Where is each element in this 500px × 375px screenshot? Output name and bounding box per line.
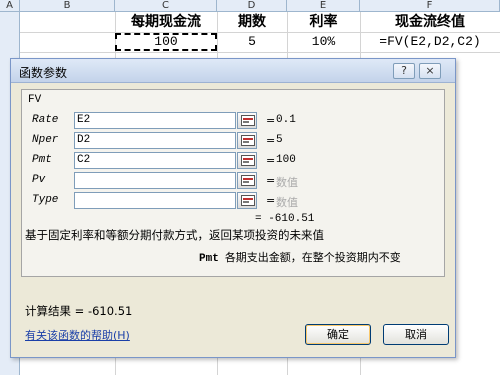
arg-input-type[interactable] — [74, 192, 236, 209]
cell-c1[interactable]: 每期现金流 — [115, 12, 217, 32]
formula-result-preview: = -610.51 — [255, 213, 315, 225]
collapse-dialog-icon[interactable] — [237, 132, 257, 149]
equals-sign: = — [266, 154, 276, 167]
col-header-c[interactable]: C — [115, 0, 217, 12]
arg-input-pmt[interactable]: C2 — [74, 152, 236, 169]
argument-description-text: 各期支出金额，在整个投资期内不变 — [224, 251, 401, 264]
arg-value-rate: 0.1 — [276, 114, 296, 126]
arg-value-type: 数值 — [276, 196, 298, 209]
selection-marquee — [115, 33, 217, 51]
cell-f2-formula[interactable]: =FV(E2,D2,C2) — [360, 32, 500, 52]
function-description: 基于固定利率和等额分期付款方式，返回某项投资的未来值 — [25, 228, 324, 242]
arg-value-pmt: 100 — [276, 154, 296, 166]
dialog-title: 函数参数 — [19, 66, 68, 80]
grid-line — [20, 52, 500, 53]
arg-label-rate: Rate — [32, 114, 59, 126]
help-icon[interactable]: ? — [393, 63, 415, 79]
cell-e2[interactable]: 10% — [287, 32, 360, 52]
arg-label-type: Type — [32, 194, 59, 206]
arg-input-nper[interactable]: D2 — [74, 132, 236, 149]
cell-d1[interactable]: 期数 — [217, 12, 287, 32]
dialog-titlebar[interactable]: 函数参数 ? × — [11, 59, 455, 83]
collapse-dialog-icon[interactable] — [237, 112, 257, 129]
col-header-e[interactable]: E — [287, 0, 360, 12]
arg-value-nper: 5 — [276, 134, 283, 146]
equals-sign: = — [266, 134, 276, 147]
col-header-b[interactable]: B — [20, 0, 115, 12]
col-header-d[interactable]: D — [217, 0, 287, 12]
cell-f1[interactable]: 现金流终值 — [360, 12, 500, 32]
cell-e1[interactable]: 利率 — [287, 12, 360, 32]
argument-description-key: Pmt — [199, 253, 219, 265]
col-header-a[interactable]: A — [0, 0, 20, 12]
function-arguments-dialog: 函数参数 ? × FV Rate E2 = 0.1 Nper D2 = 5 Pm… — [10, 58, 456, 358]
collapse-dialog-icon[interactable] — [237, 192, 257, 209]
arg-value-pv: 数值 — [276, 176, 298, 189]
function-help-link[interactable]: 有关该函数的帮助(H) — [25, 327, 130, 343]
cancel-button[interactable]: 取消 — [383, 324, 449, 345]
close-icon[interactable]: × — [419, 63, 441, 79]
collapse-dialog-icon[interactable] — [237, 172, 257, 189]
collapse-dialog-icon[interactable] — [237, 152, 257, 169]
ok-button[interactable]: 确定 — [305, 324, 371, 345]
col-header-f[interactable]: F — [360, 0, 500, 12]
arg-input-rate[interactable]: E2 — [74, 112, 236, 129]
arg-input-pv[interactable] — [74, 172, 236, 189]
equals-sign: = — [266, 114, 276, 127]
cell-d2[interactable]: 5 — [217, 32, 287, 52]
arg-label-pmt: Pmt — [32, 154, 52, 166]
function-name: FV — [28, 94, 42, 106]
argument-description: Pmt 各期支出金额，在整个投资期内不变 — [199, 249, 401, 265]
calculation-result: 计算结果 = -610.51 — [25, 304, 133, 318]
equals-sign: = — [266, 194, 276, 207]
arg-label-pv: Pv — [32, 174, 46, 186]
arg-label-nper: Nper — [32, 134, 59, 146]
equals-sign: = — [266, 174, 276, 187]
